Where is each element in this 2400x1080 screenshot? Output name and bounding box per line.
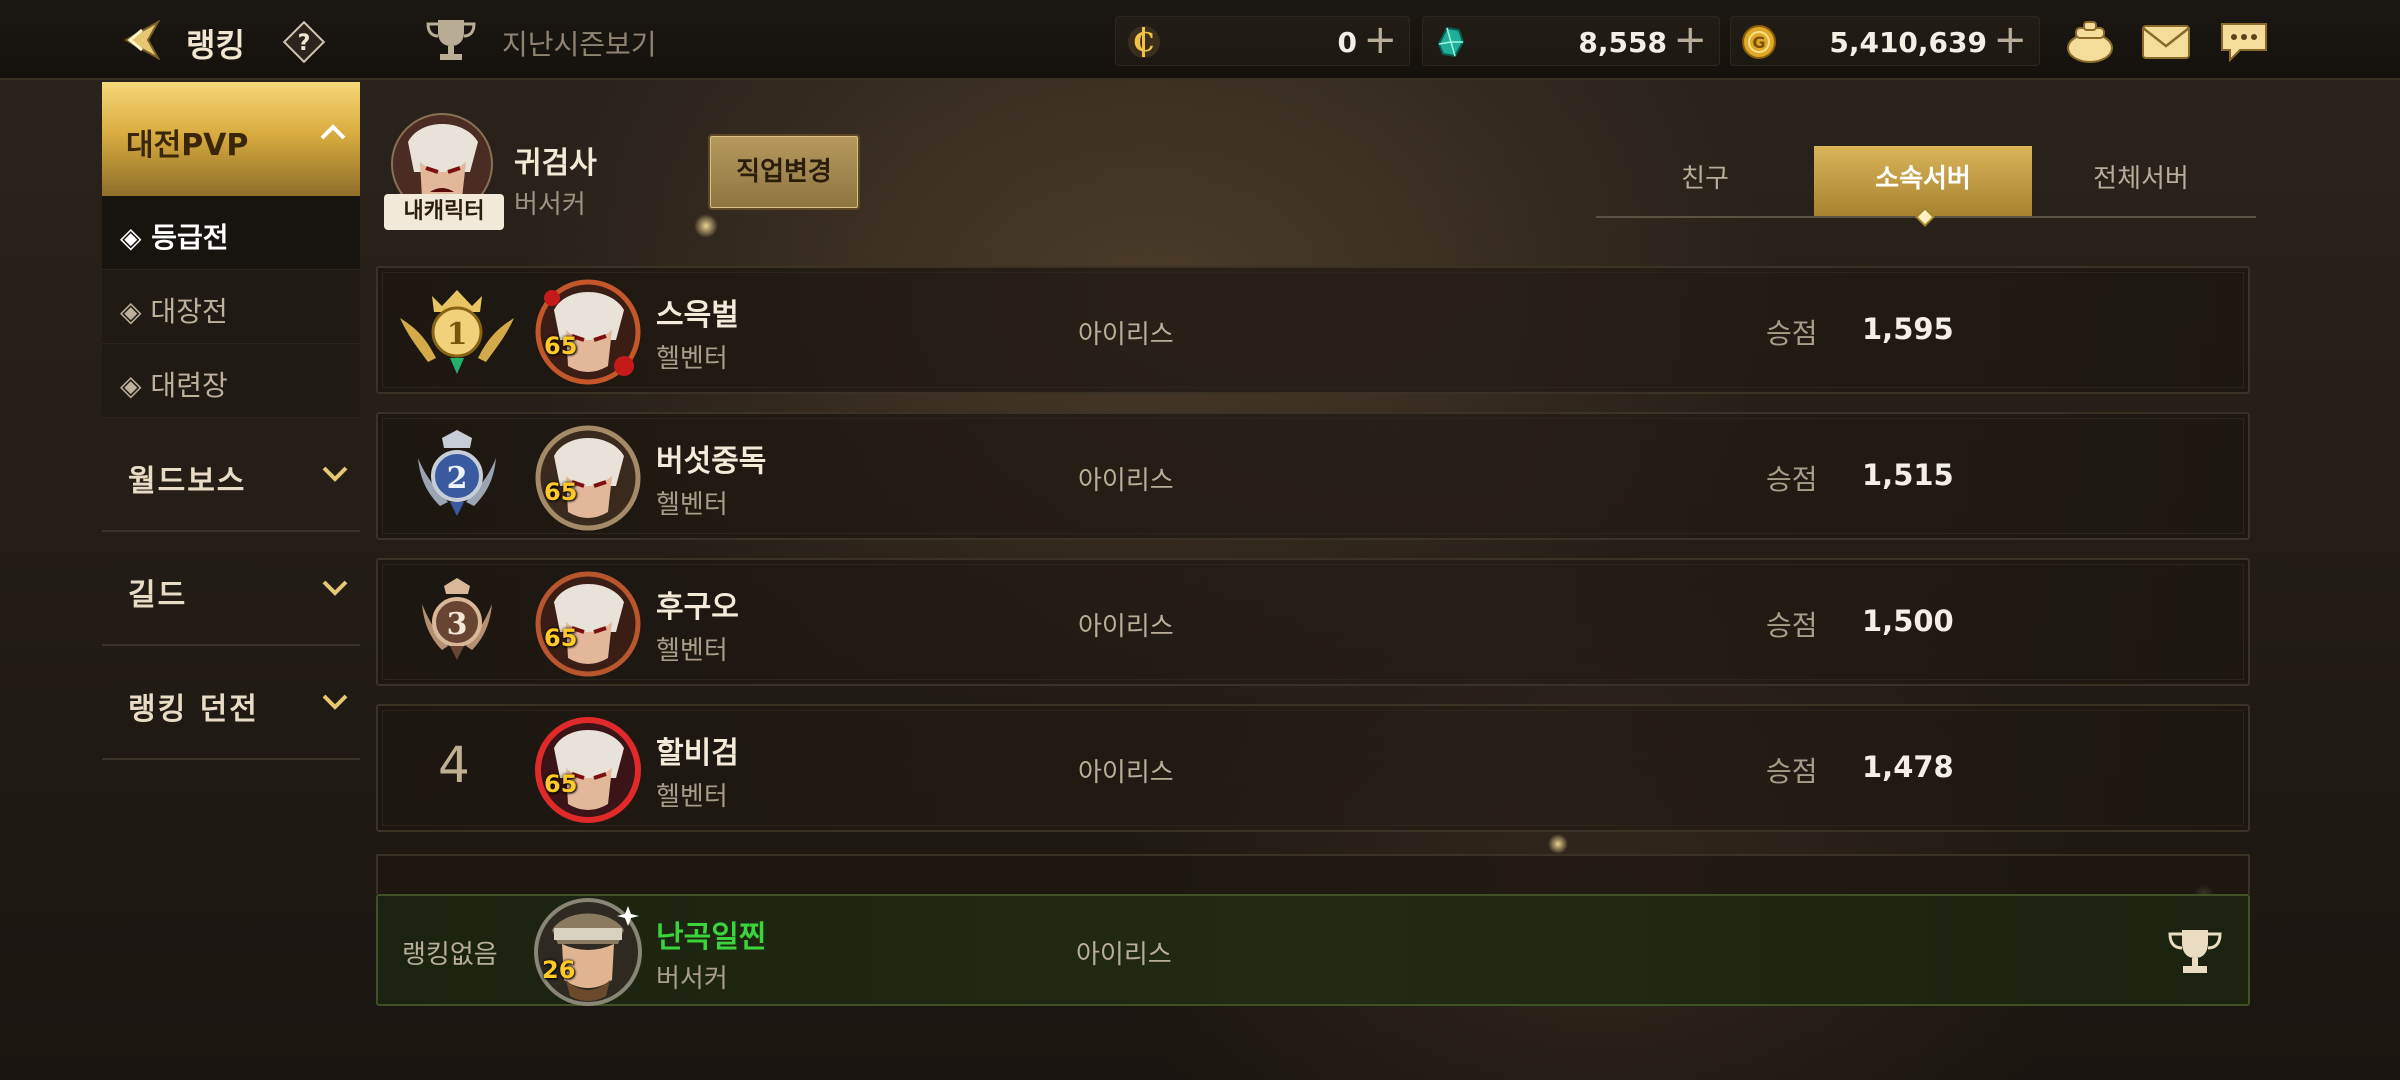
sidebar-item-captain-battle[interactable]: ◈ 대장전 xyxy=(102,270,360,344)
player-name: 후구오 xyxy=(656,590,739,625)
page-title: 랭킹 xyxy=(186,26,245,64)
background-sparkle xyxy=(694,214,718,238)
sidebar-item-label: ◈ 등급전 xyxy=(120,221,229,254)
gold-rank-emblem-icon: 1 xyxy=(400,290,514,374)
rank-text: 3 xyxy=(447,607,468,642)
player-level: 65 xyxy=(544,478,578,506)
sidebar: 대전PVP ◈ 등급전 ◈ 대장전 ◈ 대련장 월드보스 길드 랭킹 던전 xyxy=(102,82,360,760)
silver-rank-emblem-icon: 2 xyxy=(418,430,496,516)
player-name: 스윽벌 xyxy=(656,298,739,333)
sidebar-group-label: 랭킹 던전 xyxy=(128,692,259,727)
my-rank-level: 26 xyxy=(542,956,576,984)
sidebar-item-label: ◈ 대련장 xyxy=(120,369,228,402)
my-rank-class: 버서커 xyxy=(656,964,728,994)
background-sparkle xyxy=(1548,834,1568,854)
sidebar-group-label: 월드보스 xyxy=(128,464,247,499)
gold-value: 5,410,639 xyxy=(1829,26,1987,59)
player-class: 헬벤터 xyxy=(656,490,728,520)
player-class: 헬벤터 xyxy=(656,636,728,666)
score-value: 1,515 xyxy=(1862,458,1954,492)
add-c-coin-button[interactable]: + xyxy=(1363,18,1397,62)
chevron-up-icon xyxy=(320,124,346,140)
bronze-rank-emblem-icon: 3 xyxy=(422,578,492,660)
my-rank-row[interactable]: 랭킹없음 26 난곡일찐 버서커 아이리스 xyxy=(376,894,2250,1006)
chat-icon[interactable] xyxy=(2218,18,2270,64)
sidebar-group-guild[interactable]: 길드 xyxy=(102,532,360,646)
player-server: 아이리스 xyxy=(1078,466,1174,496)
trophy-icon[interactable] xyxy=(2166,926,2224,978)
score-label: 승점 xyxy=(1766,463,1818,496)
ranking-row[interactable]: 3 65 후구오 헬벤터 아이리스 승점 1,500 xyxy=(376,558,2250,686)
trophy-icon[interactable] xyxy=(424,16,478,64)
job-change-button[interactable]: 직업변경 xyxy=(708,134,860,210)
top-bar: 랭킹 ? 지난시즌보기 C 0 + 8,558 + G 5,4 xyxy=(0,0,2400,80)
ranking-row[interactable]: 1 65 스윽벌 헬벤터 아이리스 승점 1,595 xyxy=(376,266,2250,394)
tab-all-servers[interactable]: 전체서버 xyxy=(2032,146,2250,216)
add-gem-button[interactable]: + xyxy=(1673,18,1707,62)
score-label: 승점 xyxy=(1766,755,1818,788)
chevron-down-icon xyxy=(322,466,348,482)
tab-friends[interactable]: 친구 xyxy=(1596,146,1814,216)
ranking-row[interactable]: 4 65 할비검 헬벤터 아이리스 승점 1,478 xyxy=(376,704,2250,832)
sidebar-group-ranking-dungeon[interactable]: 랭킹 던전 xyxy=(102,646,360,760)
player-level: 65 xyxy=(544,770,578,798)
gold-currency: G 5,410,639 + xyxy=(1730,16,2040,66)
sidebar-item-grade-battle[interactable]: ◈ 등급전 xyxy=(102,196,360,270)
svg-text:G: G xyxy=(1752,33,1765,52)
score-label: 승점 xyxy=(1766,317,1818,350)
player-server: 아이리스 xyxy=(1078,320,1174,350)
pouch-icon[interactable] xyxy=(2064,18,2116,64)
my-character-name: 귀검사 xyxy=(514,146,597,181)
chevron-down-icon xyxy=(322,694,348,710)
my-rank-server: 아이리스 xyxy=(1076,940,1172,970)
last-season-link[interactable]: 지난시즌보기 xyxy=(502,23,657,63)
sidebar-item-sparring[interactable]: ◈ 대련장 xyxy=(102,344,360,418)
player-level: 65 xyxy=(544,624,578,652)
rank-number: 4 xyxy=(438,736,470,794)
sidebar-group-label: 대전PVP xyxy=(126,128,249,163)
gold-coin-icon: G xyxy=(1742,25,1776,59)
my-rank-name: 난곡일찐 xyxy=(656,920,767,955)
score-value: 1,595 xyxy=(1862,312,1954,346)
sidebar-item-label: ◈ 대장전 xyxy=(120,295,228,328)
my-rank-avatar xyxy=(534,898,642,1006)
add-gold-button[interactable]: + xyxy=(1993,18,2027,62)
help-icon[interactable]: ? xyxy=(282,20,326,64)
player-class: 헬벤터 xyxy=(656,344,728,374)
player-name: 버섯중독 xyxy=(656,444,767,479)
rank-text: 2 xyxy=(447,461,468,496)
player-server: 아이리스 xyxy=(1078,612,1174,642)
player-name: 할비검 xyxy=(656,736,739,771)
sidebar-group-world-boss[interactable]: 월드보스 xyxy=(102,418,360,532)
ranking-row[interactable]: 2 65 버섯중독 헬벤터 아이리스 승점 1,515 xyxy=(376,412,2250,540)
player-server: 아이리스 xyxy=(1078,758,1174,788)
my-character-class: 버서커 xyxy=(514,190,586,220)
tab-indicator-icon xyxy=(1915,207,1935,227)
mail-icon[interactable] xyxy=(2140,18,2192,64)
c-coin-currency: C 0 + xyxy=(1115,16,1410,66)
player-level: 65 xyxy=(544,332,578,360)
gem-currency: 8,558 + xyxy=(1422,16,1720,66)
gem-icon xyxy=(1437,26,1465,58)
score-value: 1,478 xyxy=(1862,750,1954,784)
score-value: 1,500 xyxy=(1862,604,1954,638)
ranking-row-partial[interactable] xyxy=(376,854,2250,894)
sidebar-group-label: 길드 xyxy=(128,578,188,613)
my-character-badge: 내캐릭터 xyxy=(384,194,504,230)
svg-text:?: ? xyxy=(298,31,311,56)
gem-value: 8,558 xyxy=(1578,26,1667,59)
my-rank-text: 랭킹없음 xyxy=(402,940,498,970)
score-label: 승점 xyxy=(1766,609,1818,642)
c-coin-value: 0 xyxy=(1337,26,1357,59)
sidebar-group-pvp[interactable]: 대전PVP xyxy=(102,82,360,196)
player-class: 헬벤터 xyxy=(656,782,728,812)
chevron-down-icon xyxy=(322,580,348,596)
c-coin-icon: C xyxy=(1128,26,1160,58)
back-arrow-icon[interactable] xyxy=(118,18,164,62)
rank-text: 1 xyxy=(447,317,468,352)
